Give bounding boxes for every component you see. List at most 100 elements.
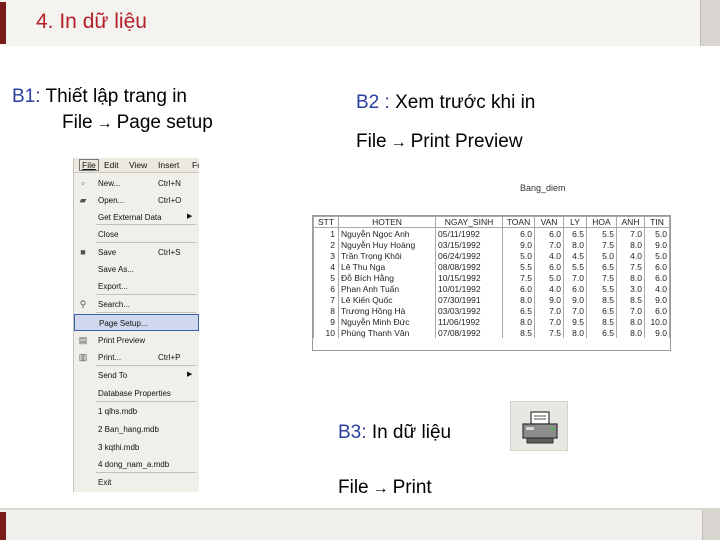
table-cell: 6.0: [644, 272, 670, 283]
menubar-item-file[interactable]: File: [79, 159, 99, 171]
table-cell: 4.0: [534, 283, 564, 294]
table-cell: 5.5: [563, 261, 587, 272]
table-cell: 6.0: [644, 305, 670, 316]
menu-item-label: Send To: [98, 371, 128, 380]
menu-item-label: Print Preview: [98, 336, 146, 345]
table-cell: 6.5: [586, 261, 617, 272]
menu-item-3-kqthi-mdb[interactable]: 3 kqthi.mdb: [74, 439, 199, 456]
arrow-right-icon: →: [372, 480, 389, 497]
menu-item-open[interactable]: ▰ Open... Ctrl+O: [74, 192, 199, 209]
table-cell: 10/15/1992: [435, 272, 503, 283]
menu-item-search[interactable]: ⚲ Search...: [74, 296, 199, 313]
menu-item-save[interactable]: ■ Save Ctrl+S: [74, 244, 199, 261]
menu-item-label: New...: [98, 179, 121, 188]
column-header: LY: [563, 216, 587, 228]
column-header: HOA: [586, 216, 617, 228]
table-cell: 3.0: [616, 283, 645, 294]
table-cell: 9: [313, 316, 339, 327]
table-cell: 6.5: [586, 305, 617, 316]
table-cell: 8.0: [616, 239, 645, 250]
menu-item-4-dong-nam-a-mdb[interactable]: 4 dong_nam_a.mdb: [74, 456, 199, 473]
print-toolbar-button[interactable]: [510, 401, 568, 451]
menu-item-print[interactable]: ▥ Print... Ctrl+P: [74, 349, 199, 366]
step1-label: B1:: [12, 86, 41, 107]
table-cell: 8.0: [616, 327, 645, 338]
menu-item-close[interactable]: Close: [74, 226, 199, 243]
table-body: 1 Nguyễn Ngọc Anh 05/11/1992 6.0 6.0 6.5 5.5 7.…: [313, 227, 670, 338]
menubar-item-edit[interactable]: Edit: [104, 160, 119, 170]
menu-item-get-external-data[interactable]: Get External Data ▶: [74, 209, 199, 226]
column-header: NGAY_SINH: [435, 216, 503, 228]
step3-path: File → Print: [338, 477, 432, 499]
column-header: ANH: [616, 216, 645, 228]
table-cell: 5: [313, 272, 339, 283]
step2-label: B2 :: [356, 92, 390, 113]
table-cell: 8.0: [502, 294, 535, 305]
step1-path: File → Page setup: [62, 112, 213, 134]
menubar-item-insert[interactable]: Insert: [158, 160, 179, 170]
menu-item-label: 1 qlhs.mdb: [98, 407, 138, 416]
table-cell: 7.0: [616, 305, 645, 316]
menu-item-send-to[interactable]: Send To ▶: [74, 367, 199, 384]
menu-item-export[interactable]: Export...: [74, 278, 199, 295]
report-title: Bang_diem: [520, 183, 566, 193]
submenu-arrow-icon: ▶: [187, 371, 193, 378]
table-cell: 2: [313, 239, 339, 250]
menu-item-label: Close: [98, 230, 119, 239]
print-preview-icon: ▤: [78, 335, 88, 345]
table-header-row: STT HOTEN NGAY_SINH TOAN VAN LY HOA ANH TIN: [313, 216, 670, 228]
menu-item-label: Save As...: [98, 265, 135, 274]
table-cell: 8.0: [563, 239, 587, 250]
table-cell: 8.0: [616, 316, 645, 327]
table-cell: 6.0: [534, 227, 564, 239]
menu-item-database-properties[interactable]: Database Properties: [74, 385, 199, 402]
table-cell: 9.5: [563, 316, 587, 327]
table-cell: 8.5: [502, 327, 535, 338]
menu-bar: File Edit View Insert Fo: [74, 158, 199, 173]
table-cell: 6: [313, 283, 339, 294]
table-cell: 6.0: [534, 261, 564, 272]
table-cell: 9.0: [644, 327, 670, 338]
step3-heading: B3: In dữ liệu: [338, 422, 451, 444]
menu-item-page-setup[interactable]: Page Setup...: [74, 314, 199, 331]
table-cell: Nguyễn Ngọc Anh: [338, 227, 436, 239]
table-cell: 8: [313, 305, 339, 316]
table-cell: 6.5: [563, 227, 587, 239]
step2-path-to: Print Preview: [410, 131, 523, 152]
menu-item-exit[interactable]: Exit: [74, 474, 199, 491]
table-cell: 4: [313, 261, 339, 272]
menu-item-label: 4 dong_nam_a.mdb: [98, 460, 170, 469]
step1-heading: B1: Thiết lập trang in: [12, 86, 187, 108]
arrow-right-icon: →: [390, 134, 407, 151]
table-row: 1 Nguyễn Ngọc Anh 05/11/1992 6.0 6.0 6.5 5.5 7.…: [313, 227, 670, 239]
table-cell: 7.5: [586, 272, 617, 283]
table-row: 10 Phùng Thanh Vân 07/08/1992 8.5 7.5 8.0 6.5 8…: [313, 327, 670, 338]
open-folder-icon: ▰: [79, 195, 87, 205]
menu-item-save-as[interactable]: Save As...: [74, 261, 199, 278]
menu-item-shortcut: Ctrl+P: [158, 353, 181, 362]
table-cell: 10/01/1992: [435, 283, 503, 294]
table-cell: 9.0: [534, 294, 564, 305]
menu-item-new[interactable]: ▫ New... Ctrl+N: [74, 175, 199, 192]
table-cell: 5.5: [586, 227, 617, 239]
menubar-item-view[interactable]: View: [129, 160, 147, 170]
menubar-item-fo[interactable]: Fo: [192, 160, 199, 170]
table-cell: Lê Thu Nga: [338, 261, 436, 272]
column-header: HOTEN: [338, 216, 436, 228]
save-icon: ■: [80, 247, 86, 257]
table-cell: 7.0: [534, 239, 564, 250]
menu-item-print-preview[interactable]: ▤ Print Preview: [74, 332, 199, 349]
footer-panel: [0, 510, 703, 540]
table-cell: 5.0: [534, 272, 564, 283]
file-menu-screenshot: File Edit View Insert Fo ▫ New... Ctrl+N ▰ Open.…: [73, 158, 199, 492]
menu-item-1-qlhs-mdb[interactable]: 1 qlhs.mdb: [74, 403, 199, 420]
table-cell: 11/06/1992: [435, 316, 503, 327]
column-header: VAN: [534, 216, 564, 228]
table-cell: 5.5: [586, 283, 617, 294]
step2-text: Xem trước khi in: [395, 92, 536, 113]
menu-item-2-ban-hang-mdb[interactable]: 2 Ban_hang.mdb: [74, 421, 199, 438]
table-row: 9 Nguyễn Minh Đức 11/06/1992 8.0 7.0 9.5 8.5 8.…: [313, 316, 670, 327]
table-cell: Phùng Thanh Vân: [338, 327, 436, 338]
table-cell: 6.0: [502, 227, 535, 239]
table-cell: Trần Trọng Khôi: [338, 250, 436, 261]
